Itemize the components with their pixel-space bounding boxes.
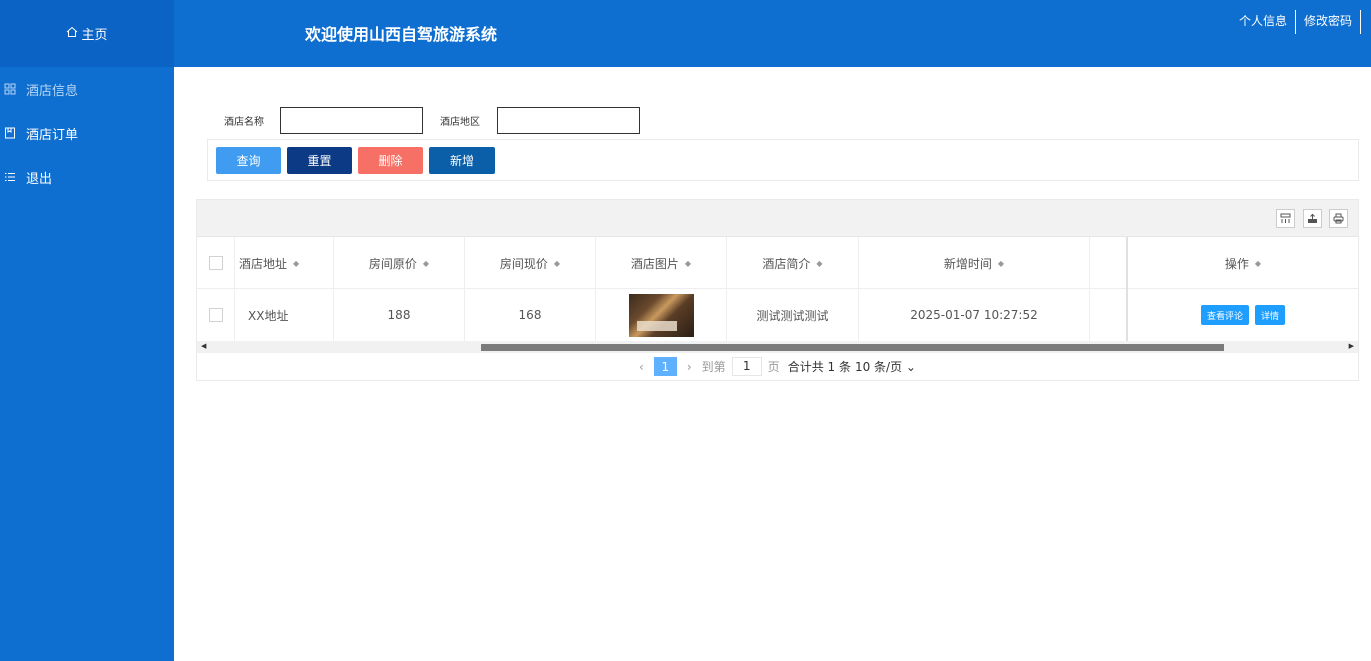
page-title: 欢迎使用山西自驾旅游系统 <box>305 25 498 44</box>
sort-icon: ◆ <box>293 258 300 268</box>
print-icon[interactable] <box>1329 209 1348 228</box>
horizontal-scrollbar[interactable]: ◀ ▶ <box>197 341 1358 353</box>
row-checkbox[interactable] <box>208 308 223 322</box>
search-form: 酒店名称 酒店地区 <box>224 107 640 134</box>
sort-icon: ◆ <box>997 258 1005 268</box>
sort-icon: ◆ <box>684 258 692 268</box>
actions-cell: 查看评论 详情 <box>1128 289 1358 341</box>
details-button[interactable]: 详情 <box>1255 305 1286 325</box>
time-cell: 2025-01-07 10:27:52 <box>859 289 1090 341</box>
column-header-label: 房间原价 <box>368 256 417 271</box>
goto-suffix: 页 <box>767 360 780 374</box>
goto-prefix: 到第 <box>701 360 726 374</box>
empty-cell <box>1090 289 1128 341</box>
page-size-select[interactable]: 10 条/页 ⌄ <box>855 358 916 375</box>
select-all-checkbox[interactable] <box>208 256 223 270</box>
select-all-cell <box>197 237 235 289</box>
column-header-label: 酒店简介 <box>762 256 811 271</box>
sidebar-item-label: 酒店信息 <box>26 83 79 99</box>
column-header-label: 房间现价 <box>499 256 548 271</box>
total-count: 合计共 1 条 <box>787 360 851 374</box>
table-row: XX地址 188 168 测试测试测试 2025-01-07 10:27:52 … <box>197 289 1358 341</box>
table-toolbar <box>197 200 1358 237</box>
column-header[interactable]: 酒店图片 ◆ <box>596 237 727 289</box>
book-icon <box>3 126 17 140</box>
hotel-image[interactable] <box>628 293 694 337</box>
hotel-area-label: 酒店地区 <box>440 117 480 128</box>
data-table: 酒店地址 ◆ 房间原价 ◆ 房间现价 ◆ 酒店图片 ◆ 酒店简介 ◆ 新增时间 ◆ 操作 ◆ <box>196 199 1359 381</box>
column-header[interactable]: 新增时间 ◆ <box>859 237 1090 289</box>
profile-link[interactable]: 个人信息 <box>1231 11 1295 33</box>
sort-icon: ◆ <box>816 258 823 268</box>
next-page-icon[interactable]: › <box>687 360 692 374</box>
sort-icon: ◆ <box>1254 258 1262 268</box>
sort-icon: ◆ <box>422 258 430 268</box>
page-number[interactable]: 1 <box>653 357 677 376</box>
hotel-name-label: 酒店名称 <box>224 117 264 128</box>
scrollbar-thumb[interactable] <box>481 344 1224 351</box>
page-size-value: 10 条/页 <box>854 360 903 374</box>
columns-filter-icon[interactable] <box>1276 209 1295 228</box>
delete-button[interactable]: 删除 <box>358 147 423 174</box>
column-header-label: 酒店地址 <box>239 256 288 271</box>
prev-page-icon[interactable]: ‹ <box>639 360 644 374</box>
sidebar-item-logout[interactable]: 退出 <box>0 155 174 199</box>
change-password-link[interactable]: 修改密码 <box>1296 11 1360 33</box>
scroll-left-icon[interactable]: ◀ <box>201 342 206 350</box>
hotel-name-input[interactable] <box>280 107 423 134</box>
hotel-area-input[interactable] <box>497 107 640 134</box>
divider <box>1360 10 1361 34</box>
list-icon <box>3 170 17 184</box>
column-header[interactable]: 酒店地址 ◆ <box>235 237 334 289</box>
export-icon[interactable] <box>1303 209 1322 228</box>
cur-price-cell: 168 <box>465 289 596 341</box>
query-button[interactable]: 查询 <box>216 147 281 174</box>
orig-price-cell: 188 <box>334 289 465 341</box>
goto-page-input[interactable]: 1 <box>731 357 762 376</box>
column-header-empty <box>1090 237 1128 289</box>
header-links: 个人信息 修改密码 <box>1231 10 1361 34</box>
address-cell: XX地址 <box>235 289 334 341</box>
reset-button[interactable]: 重置 <box>287 147 352 174</box>
column-header[interactable]: 酒店简介 ◆ <box>727 237 859 289</box>
sidebar-item-label: 退出 <box>26 171 53 187</box>
row-select-cell <box>197 289 235 341</box>
pagination: ‹ 1 › 到第 1 页 合计共 1 条 10 条/页 ⌄ <box>197 353 1358 380</box>
top-header: 欢迎使用山西自驾旅游系统 个人信息 修改密码 <box>174 0 1371 67</box>
home-label: 主页 <box>81 28 108 43</box>
column-header[interactable]: 房间原价 ◆ <box>334 237 465 289</box>
main-content: 酒店名称 酒店地区 查询 重置 删除 新增 酒店地址 ◆ 房间原价 ◆ 房间现价… <box>174 67 1371 661</box>
image-cell <box>596 289 727 341</box>
sidebar: 主页 酒店信息 酒店订单 退出 <box>0 0 174 661</box>
sidebar-item-hotel-info[interactable]: 酒店信息 <box>0 67 174 111</box>
grid-icon <box>3 82 17 96</box>
add-button[interactable]: 新增 <box>429 147 495 174</box>
button-bar: 查询 重置 删除 新增 <box>207 139 1359 181</box>
column-header-label: 酒店图片 <box>630 256 679 271</box>
column-header[interactable]: 房间现价 ◆ <box>465 237 596 289</box>
sidebar-item-hotel-orders[interactable]: 酒店订单 <box>0 111 174 155</box>
intro-cell: 测试测试测试 <box>727 289 859 341</box>
column-header[interactable]: 操作 ◆ <box>1128 237 1358 289</box>
view-comments-button[interactable]: 查看评论 <box>1200 305 1249 325</box>
sidebar-item-label: 酒店订单 <box>26 127 79 143</box>
column-header-label: 新增时间 <box>943 256 992 271</box>
table-header: 酒店地址 ◆ 房间原价 ◆ 房间现价 ◆ 酒店图片 ◆ 酒店简介 ◆ 新增时间 ◆ 操作 ◆ <box>197 237 1358 289</box>
scroll-right-icon[interactable]: ▶ <box>1349 342 1354 350</box>
sort-icon: ◆ <box>553 258 561 268</box>
column-header-label: 操作 <box>1224 256 1249 271</box>
home-link[interactable]: 主页 <box>0 0 174 67</box>
home-icon <box>66 26 78 42</box>
